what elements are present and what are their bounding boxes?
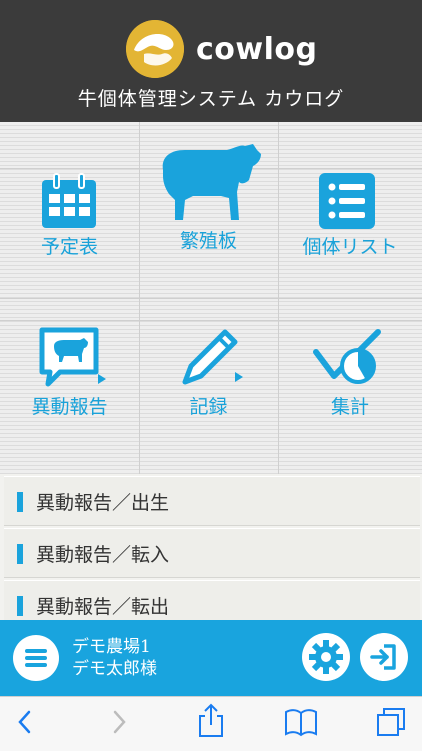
pencil-icon xyxy=(182,329,243,385)
app-subtitle: 牛個体管理システム カウログ xyxy=(77,88,345,110)
list-marker xyxy=(17,596,23,616)
logo: cowlog xyxy=(126,18,317,80)
cow-icon xyxy=(162,144,261,220)
calendar-icon xyxy=(42,173,96,228)
menu-label: 異動報告 xyxy=(31,396,108,418)
menu-label: 集計 xyxy=(330,396,369,418)
menu-tile-movement-report[interactable]: 異動報告 xyxy=(0,320,139,474)
app-header: cowlog 牛個体管理システム カウログ xyxy=(0,0,422,122)
menu-grid: 予定表 繁殖板 個体リスト 異動報告 記録 集計 xyxy=(0,122,422,474)
list-marker xyxy=(17,492,23,512)
menu-tile-records[interactable]: 記録 xyxy=(139,320,278,474)
list-item-label: 異動報告／転入 xyxy=(36,544,170,566)
menu-tile-summary[interactable]: 集計 xyxy=(278,320,422,474)
bookmarks-icon[interactable] xyxy=(284,707,318,737)
list-item-birth-report[interactable]: 異動報告／出生 xyxy=(4,476,420,526)
settings-button[interactable] xyxy=(302,633,350,681)
browser-toolbar xyxy=(0,696,422,751)
list-icon xyxy=(319,173,375,229)
menu-label: 予定表 xyxy=(40,236,98,258)
list-item-label: 異動報告／出生 xyxy=(36,492,170,514)
list-item-transfer-in-report[interactable]: 異動報告／転入 xyxy=(4,528,420,578)
menu-label: 個体リスト xyxy=(302,236,398,258)
menu-tile-animal-list[interactable]: 個体リスト xyxy=(278,168,422,298)
back-icon[interactable] xyxy=(14,707,36,737)
gear-icon xyxy=(309,640,343,674)
grid-divider xyxy=(0,298,422,299)
logout-icon xyxy=(370,644,396,670)
logo-text: cowlog xyxy=(196,31,318,67)
menu-label: 記録 xyxy=(189,396,228,418)
forward-icon[interactable] xyxy=(108,707,130,737)
list-marker xyxy=(17,544,23,564)
tabs-icon[interactable] xyxy=(376,705,408,739)
hamburger-icon xyxy=(25,649,47,667)
menu-tile-schedule[interactable]: 予定表 xyxy=(0,168,139,298)
footer-bar: デモ農場1 デモ太郎様 xyxy=(0,620,422,696)
check-chart-icon xyxy=(313,329,381,384)
menu-button[interactable] xyxy=(13,635,59,681)
menu-tile-breeding[interactable]: 繁殖板 xyxy=(139,122,278,298)
logout-button[interactable] xyxy=(360,633,408,681)
menu-label: 繁殖板 xyxy=(179,230,237,252)
farm-name: デモ農場1 xyxy=(72,637,151,657)
user-name: デモ太郎様 xyxy=(72,659,157,679)
cow-report-icon xyxy=(39,327,106,387)
share-icon[interactable] xyxy=(196,703,226,739)
list-item-label: 異動報告／転出 xyxy=(36,596,170,618)
account-info: デモ農場1 デモ太郎様 xyxy=(72,636,157,680)
cowlog-logo-icon xyxy=(126,20,184,78)
